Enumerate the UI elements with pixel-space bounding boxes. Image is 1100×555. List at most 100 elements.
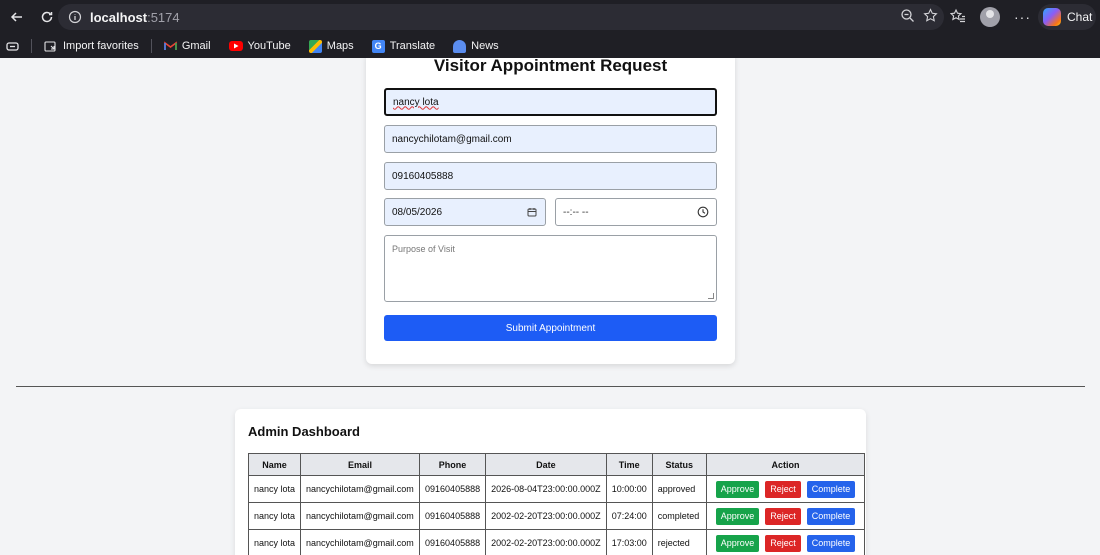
approve-button[interactable]: Approve [715,480,760,498]
bookmark-separator [31,39,32,53]
news-icon [453,39,467,53]
email-value: nancychilotam@gmail.com [392,133,512,145]
sidebar-toggle-icon[interactable] [6,41,19,52]
bookmark-label: Import favorites [63,40,139,52]
name-input[interactable]: nancy lota [384,88,717,116]
table-header-row: Name Email Phone Date Time Status Action [247,453,866,476]
cell-date: 2026-08-04T23:00:00.000Z [485,475,607,503]
bookmark-youtube[interactable]: YouTube [228,40,291,52]
complete-button[interactable]: Complete [806,480,856,498]
phone-value: 09160405888 [392,170,454,182]
cell-phone: 09160405888 [419,475,487,503]
bookmark-label: Gmail [181,40,211,52]
back-icon[interactable] [4,4,30,30]
email-input[interactable]: nancychilotam@gmail.com [384,125,717,153]
chat-button[interactable]: Chat [1038,4,1096,30]
table-row: nancy lota nancychilotam@gmail.com 09160… [247,529,866,555]
page-content: Visitor Appointment Request nancy lota n… [0,58,1100,555]
info-icon[interactable] [64,10,86,24]
cell-email: nancychilotam@gmail.com [300,529,421,555]
cell-status: rejected [651,529,707,555]
reject-button[interactable]: Reject [765,534,801,552]
maps-icon [308,39,322,53]
appointments-table: Name Email Phone Date Time Status Action… [247,453,866,555]
url-text: localhost:5174 [90,9,180,25]
column-header: Name [247,453,302,476]
cell-status: approved [651,475,707,503]
reject-button[interactable]: Reject [765,507,801,525]
form-title: Visitor Appointment Request [433,58,668,75]
cell-status: completed [651,502,707,530]
bookmark-gmail[interactable]: Gmail [164,40,211,53]
bookmark-import-favorites[interactable]: Import favorites [44,40,139,53]
cell-email: nancychilotam@gmail.com [300,475,421,503]
phone-input[interactable]: 09160405888 [384,162,717,190]
cell-phone: 09160405888 [419,529,487,555]
favorite-star-icon[interactable] [923,8,938,26]
column-header: Status [651,453,707,476]
bookmark-separator [150,39,152,53]
section-divider [16,386,1085,387]
youtube-icon [228,41,243,51]
name-value: nancy lota [393,96,439,108]
favorites-icon[interactable] [949,8,966,27]
gmail-icon [164,40,177,53]
date-value: 08/05/2026 [392,206,443,218]
appointment-form-card: Visitor Appointment Request nancy lota n… [366,58,735,364]
cell-date: 2002-02-20T23:00:00.000Z [485,502,607,530]
import-icon [44,40,58,53]
table-row: nancy lota nancychilotam@gmail.com 09160… [247,475,866,503]
bookmark-news[interactable]: News [453,39,499,53]
cell-name: nancy lota [247,502,302,530]
cell-actions: Approve Reject Complete [705,475,866,503]
column-header: Date [485,453,607,476]
purpose-textarea[interactable]: Purpose of Visit [384,235,717,302]
cell-email: nancychilotam@gmail.com [300,502,421,530]
cell-time: 17:03:00 [605,529,653,555]
browser-toolbar: localhost:5174 ··· Chat [0,0,1100,34]
date-input[interactable]: 08/05/2026 [384,198,546,226]
bookmark-label: Maps [326,40,354,52]
column-header: Email [300,453,421,476]
more-options-icon[interactable]: ··· [1014,9,1031,25]
cell-actions: Approve Reject Complete [705,502,866,530]
bookmark-label: News [471,40,499,52]
calendar-icon[interactable] [527,207,537,217]
cell-date: 2002-02-20T23:00:00.000Z [485,529,607,555]
submit-appointment-button[interactable]: Submit Appointment [384,315,717,341]
admin-dashboard-card: Admin Dashboard Name Email Phone Date Ti… [235,409,866,555]
cell-actions: Approve Reject Complete [705,529,866,555]
cell-time: 10:00:00 [605,475,653,503]
bookmark-label: YouTube [247,40,291,52]
cell-name: nancy lota [247,475,302,503]
column-header: Action [705,453,866,476]
approve-button[interactable]: Approve [715,534,760,552]
refresh-icon[interactable] [34,4,60,30]
bookmark-maps[interactable]: Maps [308,39,354,53]
bookmarks-bar: Import favorites Gmail YouTube Maps G Tr… [0,34,1100,58]
table-row: nancy lota nancychilotam@gmail.com 09160… [247,502,866,530]
address-bar[interactable]: localhost:5174 [58,4,944,30]
zoom-icon[interactable] [900,8,915,26]
resize-handle[interactable] [708,293,714,299]
approve-button[interactable]: Approve [715,507,760,525]
time-input[interactable]: --:-- -- [555,198,717,226]
time-value: --:-- -- [563,206,589,218]
bookmark-label: Translate [389,40,436,52]
chat-label: Chat [1067,10,1093,24]
cell-phone: 09160405888 [419,502,487,530]
cell-name: nancy lota [247,529,302,555]
complete-button[interactable]: Complete [806,534,856,552]
column-header: Phone [419,453,487,476]
dashboard-title: Admin Dashboard [248,424,360,439]
clock-icon[interactable] [697,206,709,218]
translate-icon: G [371,39,385,53]
reject-button[interactable]: Reject [765,480,801,498]
complete-button[interactable]: Complete [806,507,856,525]
purpose-placeholder: Purpose of Visit [392,244,455,254]
bookmark-translate[interactable]: G Translate [371,39,436,53]
profile-avatar[interactable] [980,7,1000,27]
cell-time: 07:24:00 [605,502,653,530]
copilot-icon [1043,8,1061,26]
column-header: Time [605,453,653,476]
